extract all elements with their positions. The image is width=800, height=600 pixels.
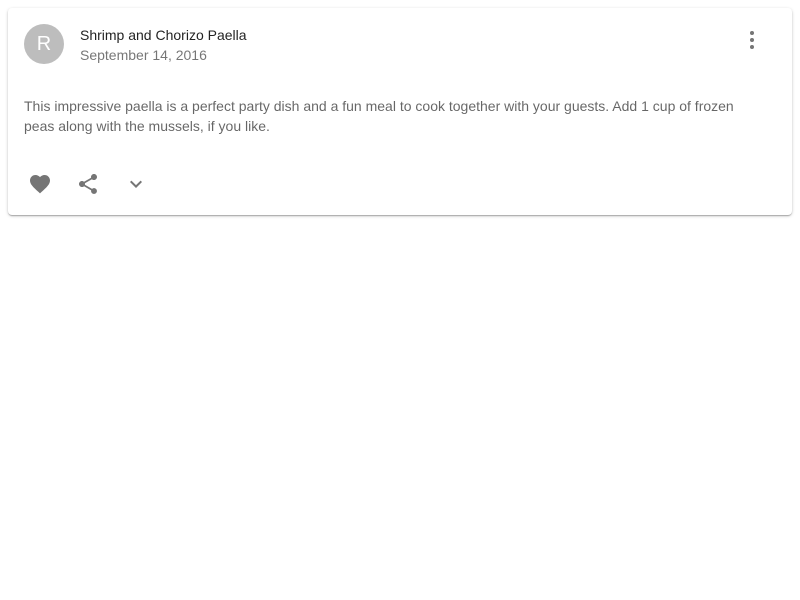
heart-icon [28,172,52,196]
card-actions [16,160,160,208]
more-options-button[interactable] [732,16,772,64]
share-button[interactable] [64,160,112,208]
chevron-down-icon [124,172,148,196]
card-date: September 14, 2016 [80,47,207,63]
card-header: R Shrimp and Chorizo Paella September 14… [24,24,776,64]
card-header-text: Shrimp and Chorizo Paella September 14, … [80,25,247,65]
page: R Shrimp and Chorizo Paella September 14… [0,0,800,600]
card-title: Shrimp and Chorizo Paella [80,27,247,43]
more-vert-icon [740,28,764,52]
expand-button[interactable] [112,160,160,208]
card-description: This impressive paella is a perfect part… [24,98,734,134]
favorite-button[interactable] [16,160,64,208]
share-icon [76,172,100,196]
avatar: R [24,24,64,64]
recipe-card: R Shrimp and Chorizo Paella September 14… [8,8,792,215]
